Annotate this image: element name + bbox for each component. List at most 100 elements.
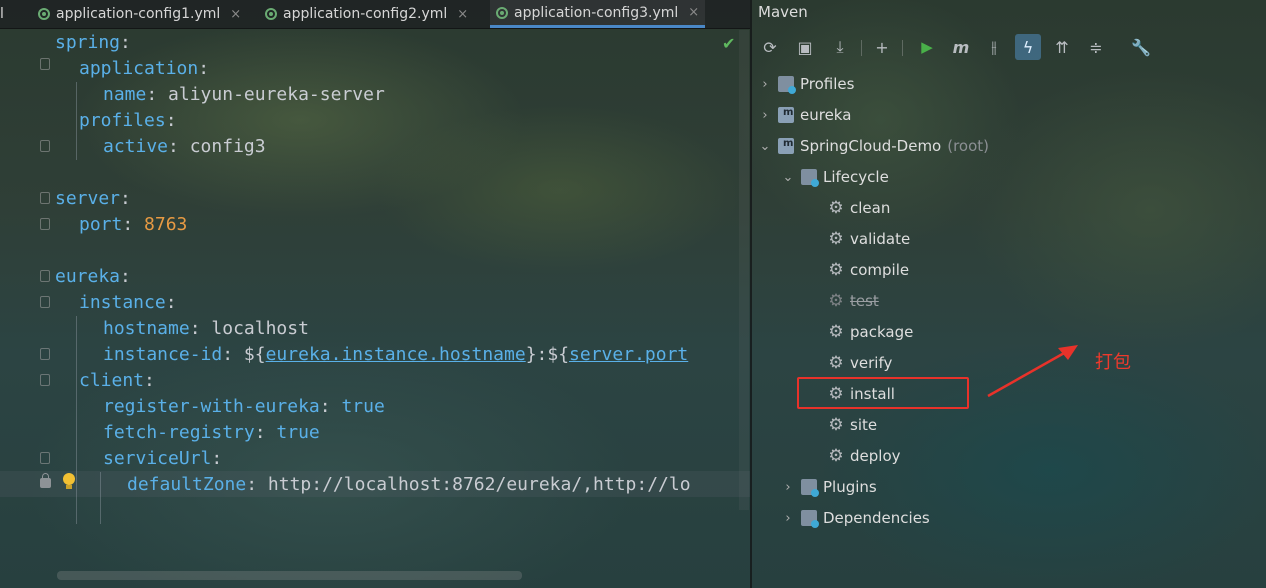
code-line: hostname: localhost <box>103 318 309 339</box>
maven-tool-window: Maven ⟳ ▣ ⤓ + ▶ m ⫲ ϟ ⇈ ≑ 🔧 › Profiles ›… <box>752 0 1266 588</box>
code-area[interactable]: spring: application: name: aliyun-eureka… <box>0 30 691 498</box>
editor-tab-bar: l application-config1.yml × application-… <box>0 0 750 29</box>
code-editor[interactable]: l application-config1.yml × application-… <box>0 0 750 588</box>
gear-icon: ⚙ <box>828 291 844 311</box>
tree-item-label: SpringCloud-Demo <box>800 137 942 155</box>
horizontal-scrollbar[interactable] <box>57 571 522 580</box>
goal-verify[interactable]: ⚙ verify <box>828 351 892 375</box>
tab-application-config1[interactable]: application-config1.yml × <box>38 0 241 28</box>
toolbar-separator <box>861 40 862 56</box>
chevron-right-icon[interactable]: › <box>781 480 795 495</box>
chevron-right-icon[interactable]: › <box>781 511 795 526</box>
gear-icon: ⚙ <box>828 446 844 466</box>
collapse-all-icon[interactable]: ≑ <box>1083 34 1109 60</box>
tree-item-plugins[interactable]: › Plugins <box>781 475 877 499</box>
close-icon[interactable]: × <box>688 5 699 20</box>
tab-application-config2[interactable]: application-config2.yml × <box>265 0 468 28</box>
spring-leaf-icon <box>38 8 50 20</box>
plugins-folder-icon <box>801 479 819 497</box>
code-line: instance-id: ${eureka.instance.hostname}… <box>103 344 689 365</box>
goal-package[interactable]: ⚙ package <box>828 320 913 344</box>
close-icon[interactable]: × <box>230 7 241 22</box>
gear-icon: ⚙ <box>828 260 844 280</box>
gear-icon: ⚙ <box>828 198 844 218</box>
tab-label: application-config3.yml <box>514 4 679 21</box>
goal-label: package <box>850 323 914 341</box>
dependencies-folder-icon <box>801 510 819 528</box>
chevron-right-icon[interactable]: › <box>758 77 772 92</box>
indent-guide <box>76 82 77 160</box>
tab-partial[interactable]: l <box>0 0 20 28</box>
tree-item-dependencies[interactable]: › Dependencies <box>781 506 930 530</box>
code-line: name: aliyun-eureka-server <box>103 84 385 105</box>
goal-clean[interactable]: ⚙ clean <box>828 196 890 220</box>
reload-icon[interactable]: ⟳ <box>757 34 783 60</box>
tree-item-profiles[interactable]: › Profiles <box>758 72 854 96</box>
code-line: eureka: <box>55 266 131 287</box>
goal-compile[interactable]: ⚙ compile <box>828 258 909 282</box>
code-line: active: config3 <box>103 136 266 157</box>
gear-icon: ⚙ <box>828 353 844 373</box>
code-line: spring: <box>55 32 131 53</box>
show-dependencies-icon[interactable]: ⇈ <box>1049 34 1075 60</box>
root-suffix: (root) <box>947 137 990 155</box>
code-line: server: <box>55 188 131 209</box>
goal-label: verify <box>850 354 893 372</box>
code-line: defaultZone: http://localhost:8762/eurek… <box>127 474 691 495</box>
goal-label: validate <box>850 230 911 248</box>
maven-module-icon <box>778 107 794 123</box>
tree-item-label: Dependencies <box>823 509 930 527</box>
code-line: profiles: <box>79 110 177 131</box>
tree-item-label: Plugins <box>823 478 877 496</box>
goal-label: site <box>850 416 878 434</box>
chevron-down-icon[interactable]: ⌄ <box>781 170 795 185</box>
download-icon[interactable]: ⤓ <box>827 34 853 60</box>
generate-sources-icon[interactable]: ▣ <box>792 34 818 60</box>
indent-guide <box>100 472 101 524</box>
skip-tests-icon[interactable]: ϟ <box>1015 34 1041 60</box>
maven-toolbar: ⟳ ▣ ⤓ + ▶ m ⫲ ϟ ⇈ ≑ 🔧 <box>752 32 1266 62</box>
code-line: port: 8763 <box>79 214 188 235</box>
tab-label: l <box>0 6 4 22</box>
run-icon[interactable]: ▶ <box>914 34 940 60</box>
close-icon[interactable]: × <box>457 7 468 22</box>
toolbar-separator <box>902 40 903 56</box>
goal-validate[interactable]: ⚙ validate <box>828 227 910 251</box>
code-line: application: <box>79 58 210 79</box>
tree-item-springcloud-demo[interactable]: ⌄ SpringCloud-Demo (root) <box>758 134 989 158</box>
profiles-folder-icon <box>778 76 796 94</box>
add-project-icon[interactable]: + <box>869 34 895 60</box>
indent-guide <box>76 316 77 524</box>
gear-icon: ⚙ <box>828 229 844 249</box>
toggle-offline-icon[interactable]: ⫲ <box>981 34 1007 60</box>
maven-panel-title: Maven <box>758 3 808 21</box>
tab-application-config3[interactable]: application-config3.yml × <box>490 0 706 28</box>
spring-leaf-icon <box>265 8 277 20</box>
gear-icon: ⚙ <box>828 322 844 342</box>
goal-test[interactable]: ⚙ test <box>828 289 878 313</box>
lightbulb-icon[interactable] <box>62 473 76 491</box>
goal-label: compile <box>850 261 910 279</box>
annotation-label: 打包 <box>1095 352 1131 373</box>
code-line: instance: <box>79 292 177 313</box>
goal-site[interactable]: ⚙ site <box>828 413 877 437</box>
lock-icon <box>40 473 51 488</box>
chevron-right-icon[interactable]: › <box>758 108 772 123</box>
tree-item-label: eureka <box>800 106 852 124</box>
code-line: register-with-eureka: true <box>103 396 385 417</box>
goal-deploy[interactable]: ⚙ deploy <box>828 444 900 468</box>
tree-item-label: Lifecycle <box>823 168 889 186</box>
vertical-scrollbar[interactable] <box>739 30 749 510</box>
execute-goal-icon[interactable]: m <box>948 34 974 60</box>
spring-leaf-icon <box>496 6 508 19</box>
tree-item-eureka[interactable]: › eureka <box>758 103 851 127</box>
chevron-down-icon[interactable]: ⌄ <box>758 139 772 154</box>
code-line: serviceUrl: <box>103 448 223 469</box>
gear-icon: ⚙ <box>828 415 844 435</box>
settings-wrench-icon[interactable]: 🔧 <box>1128 34 1154 60</box>
tree-item-lifecycle[interactable]: ⌄ Lifecycle <box>781 165 889 189</box>
no-problems-check-icon[interactable]: ✔ <box>722 34 735 53</box>
tab-label: application-config2.yml <box>283 6 448 22</box>
maven-module-icon <box>778 138 794 154</box>
code-line: fetch-registry: true <box>103 422 320 443</box>
